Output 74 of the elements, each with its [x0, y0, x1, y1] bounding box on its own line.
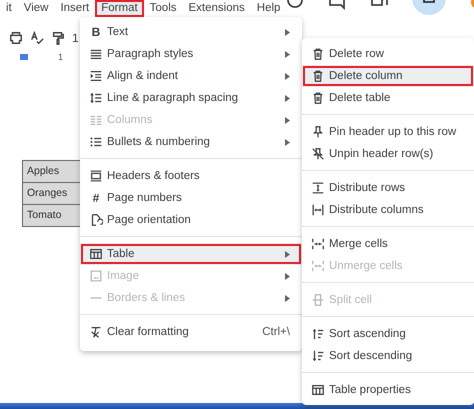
submenu-arrow-icon [285, 294, 290, 302]
spellcheck-icon[interactable] [30, 31, 44, 45]
submenu-arrow-icon [285, 50, 290, 58]
sort-descending-icon [311, 349, 325, 363]
menu-tab[interactable]: Help [250, 0, 286, 17]
print-icon[interactable] [9, 31, 23, 45]
trash-icon [311, 47, 325, 61]
table-icon [311, 383, 325, 397]
submenu-arrow-icon [285, 250, 290, 258]
trash-icon [311, 69, 325, 83]
table-cell: Tomato [23, 205, 83, 226]
table-cell: Oranges [23, 183, 83, 205]
table-icon [89, 247, 103, 261]
bulleted-list-icon [89, 135, 103, 149]
image-icon [89, 269, 103, 283]
avatar-icon[interactable] [412, 0, 446, 16]
merge-icon [311, 237, 325, 251]
menu-item[interactable]: Paragraph styles [80, 43, 302, 65]
menu-item[interactable]: Table [80, 243, 302, 265]
submenu-arrow-icon [285, 138, 290, 146]
columns-icon [89, 113, 103, 127]
distribute-columns-icon [311, 203, 325, 217]
menu-item[interactable]: Distribute columns [302, 199, 474, 221]
menu-tab[interactable]: View [18, 0, 54, 17]
menu-item[interactable]: Align & indent [80, 65, 302, 87]
distribute-rows-icon [311, 181, 325, 195]
submenu-arrow-icon [285, 94, 290, 102]
submenu-arrow-icon [285, 72, 290, 80]
crossed-pin-icon [311, 147, 325, 161]
ruler-number: 1 [58, 52, 64, 62]
submenu-arrow-icon [285, 28, 290, 36]
line-spacing-icon [89, 91, 103, 105]
paint-format-icon[interactable] [51, 31, 65, 45]
menu-item[interactable]: B Text [80, 21, 302, 43]
merge-icon [311, 259, 325, 273]
menu-item[interactable]: # Page numbers [80, 187, 302, 209]
page-rotate-icon [89, 213, 103, 227]
header-footer-icon [89, 169, 103, 183]
menu-item[interactable]: Unpin header row(s) [302, 143, 474, 165]
menu-item[interactable]: Headers & footers [80, 165, 302, 187]
menu-item[interactable]: Bullets & numbering [80, 131, 302, 153]
indent-marker-icon[interactable] [20, 54, 28, 60]
menu-tab[interactable]: Extensions [182, 0, 251, 17]
glyph-icon: # [89, 191, 103, 205]
comment-icon[interactable] [328, 0, 346, 10]
table-cell: Apples [23, 161, 83, 183]
menu-item[interactable]: Distribute rows [302, 177, 474, 199]
menu-item[interactable]: Delete table [302, 87, 474, 109]
paragraph-lines-icon [89, 47, 103, 61]
clear-format-icon [89, 325, 103, 339]
submenu-arrow-icon [285, 116, 290, 124]
menu-item[interactable]: Page orientation [80, 209, 302, 231]
trash-icon [311, 91, 325, 105]
zoom-value[interactable]: 1 [72, 31, 79, 45]
menu-item[interactable]: Pin header up to this row [302, 121, 474, 143]
menu-item[interactable]: Delete column [302, 65, 474, 87]
indent-icon [89, 69, 103, 83]
menu-item[interactable]: Merge cells [302, 233, 474, 255]
menu-tab[interactable]: Tools [144, 0, 183, 17]
glyph-icon: B [89, 25, 103, 39]
menu-item[interactable]: Table properties [302, 379, 474, 401]
menu-item[interactable]: Clear formatting Ctrl+\ [80, 321, 302, 343]
menu-tab[interactable]: Format [95, 0, 144, 17]
split-icon [311, 293, 325, 307]
menu-tab[interactable]: it [0, 0, 18, 17]
submenu-arrow-icon [285, 272, 290, 280]
menu-item[interactable]: Sort descending [302, 345, 474, 367]
pin-icon [311, 125, 325, 139]
menu-tab[interactable]: Insert [54, 0, 96, 17]
menu-item[interactable]: Sort ascending [302, 323, 474, 345]
sort-ascending-icon [311, 327, 325, 341]
menu-item[interactable]: Line & paragraph spacing [80, 87, 302, 109]
menu-item[interactable]: Delete row [302, 43, 474, 65]
history-icon[interactable] [286, 0, 304, 10]
